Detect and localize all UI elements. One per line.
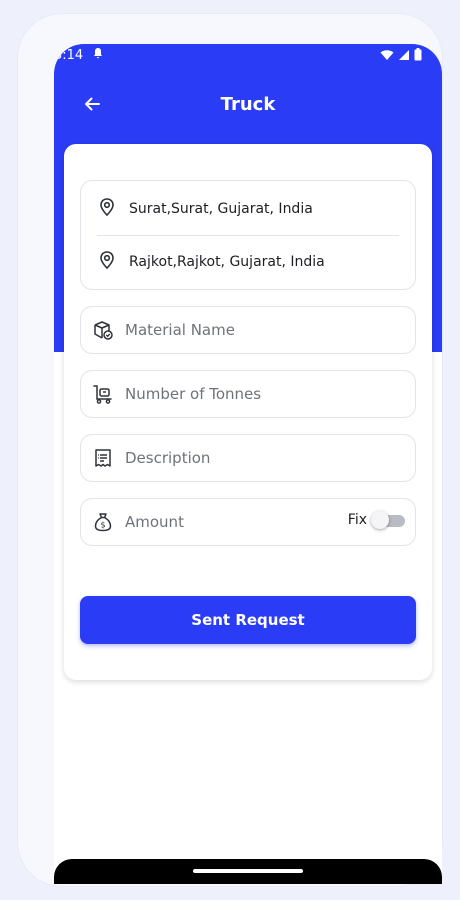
route-divider [97,235,399,236]
status-time: 3:14 [54,48,84,63]
pickup-location-text: Surat,Surat, Gujarat, India [129,201,313,217]
system-nav-bar [54,859,442,884]
tonnes-field[interactable]: Number of Tonnes [80,370,416,418]
notification-bell-icon [92,47,104,62]
fix-label: Fix [347,512,367,528]
receipt-icon [91,446,115,470]
signal-icon [398,49,410,65]
status-icons [380,48,422,65]
drop-location[interactable]: Rajkot,Rajkot, Gujarat, India [97,247,325,277]
amount-field[interactable]: $ Amount Fix [80,498,416,546]
fix-toggle[interactable] [371,511,405,529]
amount-placeholder: Amount [125,513,184,531]
material-name-field[interactable]: Material Name [80,306,416,354]
trolley-icon [91,382,115,406]
device-frame: 3:14 Truck Surat,Surat, Gujarat, India R… [18,14,442,886]
home-indicator[interactable] [193,869,303,873]
material-name-placeholder: Material Name [125,321,235,339]
svg-text:$: $ [100,521,105,530]
app-screen: 3:14 Truck Surat,Surat, Gujarat, India R… [54,44,442,884]
page-title: Truck [220,94,276,115]
description-field[interactable]: Description [80,434,416,482]
toggle-thumb [371,511,389,529]
request-form-card: Surat,Surat, Gujarat, India Rajkot,Rajko… [64,144,432,680]
pickup-location[interactable]: Surat,Surat, Gujarat, India [97,194,313,224]
box-icon [91,318,115,342]
battery-icon [414,48,422,65]
drop-location-text: Rajkot,Rajkot, Gujarat, India [129,254,325,270]
location-pin-icon [97,250,117,274]
money-bag-icon: $ [91,510,115,534]
app-bar: Truck [54,84,442,128]
fix-toggle-group: Fix [348,511,405,529]
wifi-icon [380,49,394,65]
route-box: Surat,Surat, Gujarat, India Rajkot,Rajko… [80,180,416,290]
location-pin-icon [97,197,117,221]
status-bar: 3:14 [54,44,442,68]
description-placeholder: Description [125,449,211,467]
sent-request-button[interactable]: Sent Request [80,596,416,644]
tonnes-placeholder: Number of Tonnes [125,385,262,403]
